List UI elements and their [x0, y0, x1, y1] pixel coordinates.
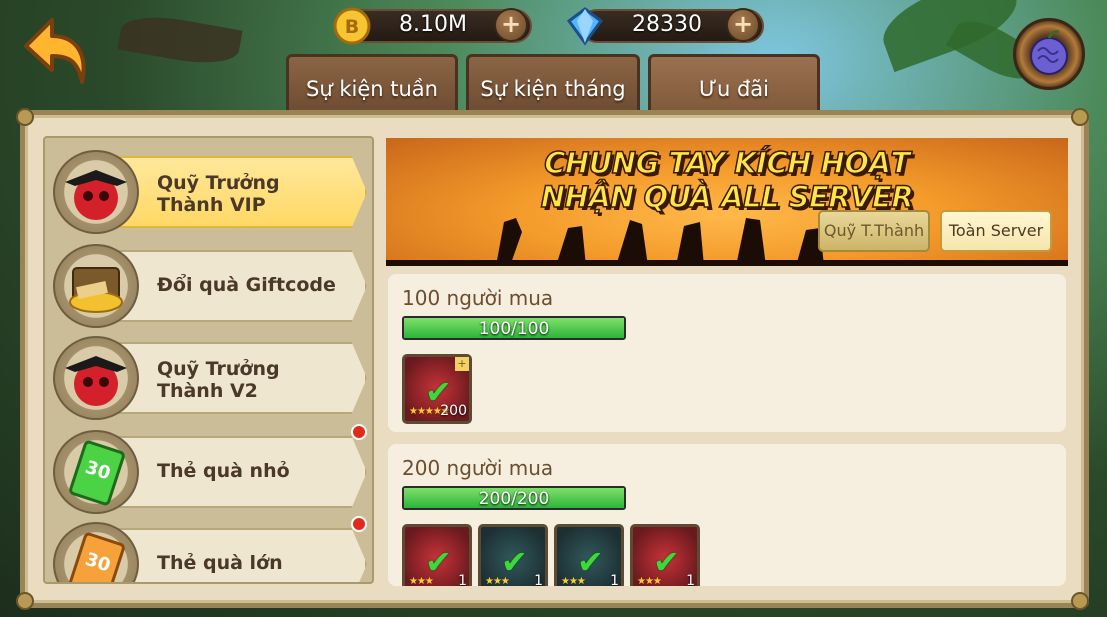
panel-corner-ornament: [16, 592, 34, 610]
growth-fund-toggle-button[interactable]: Quỹ T.Thành: [818, 210, 930, 252]
all-server-toggle-button[interactable]: Toàn Server: [940, 210, 1052, 252]
orange-card-icon: 30: [53, 522, 139, 582]
treasure-chest-icon: [53, 244, 139, 328]
milestone-card: 200 người mua 200/200 ✔ ★★★ 1 ✔ ★★★ 1 ✔ …: [388, 444, 1066, 586]
tab-offers[interactable]: Ưu đãi: [648, 54, 820, 118]
progress-text: 200/200: [478, 489, 550, 509]
milestone-progress-bar: 200/200: [402, 486, 626, 510]
sidebar-item-label: Thẻ quà lớn: [157, 552, 283, 574]
green-card-icon: 30: [53, 430, 139, 514]
rarity-stars: ★★★: [409, 576, 434, 586]
banner-headline-1: CHUNG TAY KÍCH HOẠT: [543, 145, 911, 181]
sidebar-item-small-gift-card[interactable]: 30 Thẻ quà nhỏ: [53, 424, 369, 514]
milestone-progress-bar: 100/100: [402, 316, 626, 340]
reward-count: 200: [440, 403, 467, 419]
gem-value: 28330: [632, 12, 702, 37]
panel-corner-ornament: [1071, 592, 1089, 610]
rarity-stars: ★★★: [485, 576, 510, 586]
sidebar-item-label: Đổi quà Giftcode: [157, 274, 336, 296]
notification-dot: [351, 516, 367, 532]
offer-sidebar: Quỹ Trưởng Thành VIP Đổi quà Giftcode Qu…: [43, 136, 374, 584]
reward-count: 1: [610, 573, 619, 586]
reward-item-pirate-hat[interactable]: + ✔ ★★★★★ 200: [402, 354, 472, 424]
banner-headline-2: NHẬN QUÀ ALL SERVER: [540, 179, 914, 215]
tab-monthly-events[interactable]: Sự kiện tháng: [466, 54, 640, 118]
sidebar-item-large-gift-card[interactable]: 30 Thẻ quà lớn: [53, 516, 369, 582]
rarity-stars: ★★★: [637, 576, 662, 586]
rarity-stars: ★★★: [561, 576, 586, 586]
gold-value: 8.10M: [399, 12, 467, 37]
add-gold-button[interactable]: +: [494, 8, 528, 42]
reward-item-coat[interactable]: ✔ ★★★ 1: [554, 524, 624, 586]
sidebar-item-giftcode[interactable]: Đổi quà Giftcode: [53, 244, 369, 328]
event-banner: CHUNG TAY KÍCH HOẠT NHẬN QUÀ ALL SERVER …: [386, 138, 1068, 266]
sidebar-item-label: Thẻ quà nhỏ: [157, 460, 290, 482]
pirate-skull-icon: [53, 150, 139, 234]
devil-fruit-icon: [1030, 30, 1068, 75]
reward-count: 1: [686, 573, 695, 586]
reward-count: 1: [458, 573, 467, 586]
panel-corner-ornament: [16, 108, 34, 126]
sidebar-item-label: Quỹ Trưởng Thành VIP: [157, 172, 280, 216]
pirate-skull-icon: [53, 336, 139, 420]
reward-item-coat[interactable]: ✔ ★★★ 1: [478, 524, 548, 586]
reward-item-boots[interactable]: ✔ ★★★ 1: [630, 524, 700, 586]
tab-weekly-events[interactable]: Sự kiện tuần: [286, 54, 458, 118]
devil-fruit-button[interactable]: [1013, 18, 1085, 90]
background-foliage: [117, 9, 243, 71]
progress-text: 100/100: [478, 319, 550, 339]
milestone-title: 100 người mua: [402, 286, 554, 310]
sidebar-item-growth-fund-vip[interactable]: Quỹ Trưởng Thành VIP: [53, 150, 369, 234]
svg-text:B: B: [345, 16, 359, 38]
milestone-card: 100 người mua 100/100 + ✔ ★★★★★ 200: [388, 274, 1066, 432]
milestone-title: 200 người mua: [402, 456, 554, 480]
sidebar-item-label: Quỹ Trưởng Thành V2: [157, 358, 280, 402]
reward-count: 1: [534, 573, 543, 586]
notification-dot: [351, 424, 367, 440]
back-button[interactable]: [22, 16, 92, 88]
panel-corner-ornament: [1071, 108, 1089, 126]
sidebar-item-growth-fund-v2[interactable]: Quỹ Trưởng Thành V2: [53, 336, 369, 420]
diamond-icon: [566, 7, 604, 46]
back-arrow-icon: [24, 18, 86, 84]
add-gems-button[interactable]: +: [726, 8, 760, 42]
plus-badge-icon: +: [455, 357, 469, 371]
coin-icon: B: [333, 7, 371, 45]
reward-item-coat[interactable]: ✔ ★★★ 1: [402, 524, 472, 586]
